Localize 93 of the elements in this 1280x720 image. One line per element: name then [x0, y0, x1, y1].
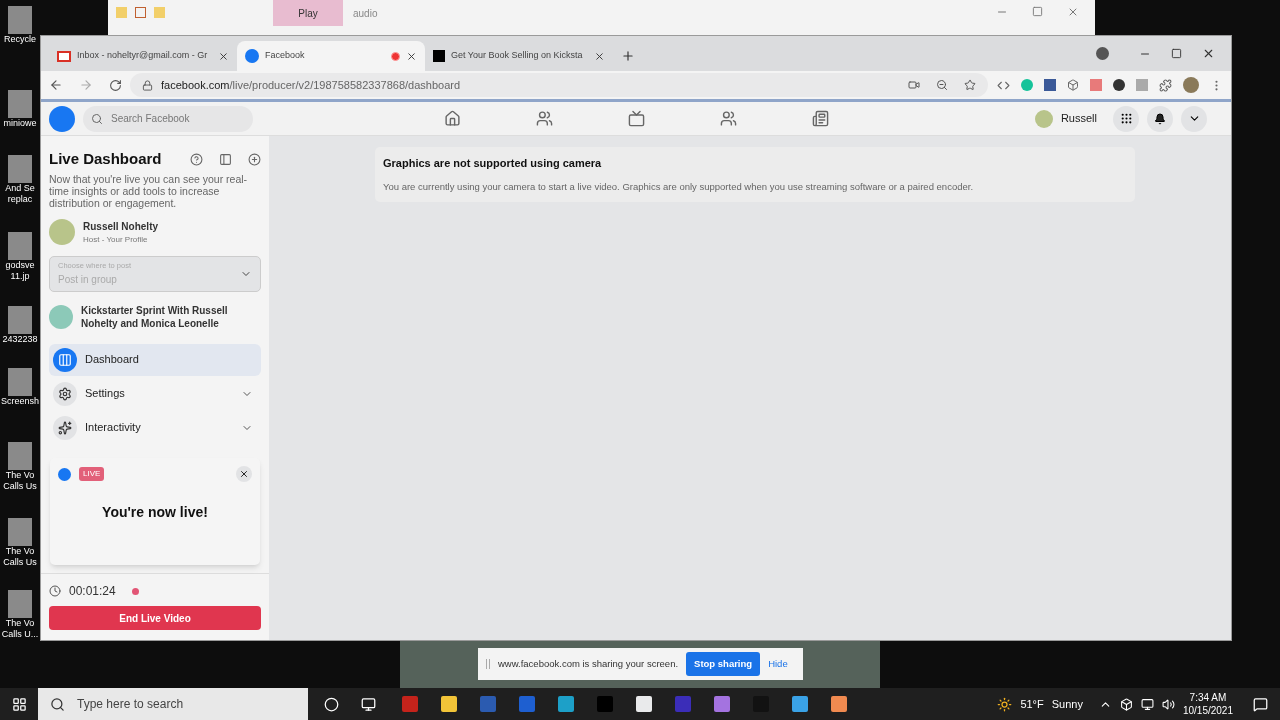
box-extension-icon[interactable] [1067, 79, 1079, 91]
maximize-icon[interactable] [1171, 48, 1182, 59]
group-name: Kickstarter Sprint With Russell Nohelty and Monica Leonelle [81, 303, 229, 330]
notifications-button[interactable] [1147, 105, 1173, 132]
zoom-icon[interactable] [936, 79, 948, 91]
desktop-icon-label: godsve 11.jp [5, 260, 35, 282]
add-icon[interactable] [248, 152, 261, 166]
weather-condition: Sunny [1051, 696, 1083, 712]
new-tab-icon[interactable] [621, 49, 635, 63]
hide-link[interactable]: Hide [768, 656, 788, 672]
mail-icon [57, 50, 71, 62]
browser-tab[interactable]: Facebook [237, 41, 425, 71]
browser-tab[interactable]: Get Your Book Selling on Kicksta [425, 41, 613, 71]
clock-icon [49, 585, 61, 597]
weather-temperature: 51°F [1020, 696, 1044, 712]
ribbon-context-tab[interactable]: Play [273, 0, 343, 26]
share-message: www.facebook.com is sharing your screen. [498, 656, 679, 671]
back-icon[interactable] [49, 78, 63, 92]
extensions-icon[interactable] [1159, 78, 1172, 92]
tab-title: Facebook [265, 49, 306, 63]
bell-icon [1154, 112, 1166, 125]
forward-icon[interactable] [79, 78, 93, 92]
settings-icon [53, 381, 77, 406]
stop-sharing-button[interactable]: Stop sharing [686, 652, 761, 676]
news-icon[interactable] [812, 110, 829, 127]
profile-name[interactable]: Russell [1060, 110, 1097, 127]
panel-icon[interactable] [219, 152, 232, 166]
desktop-icon-label: And Se replac [5, 183, 35, 205]
search-icon [50, 696, 65, 712]
search-icon [91, 112, 103, 125]
task-view-icon[interactable] [361, 696, 376, 712]
url-text: facebook.com/live/producer/v2/198758582337868/dashboard [161, 77, 461, 93]
live-indicator-icon [131, 587, 139, 595]
close-icon [239, 469, 249, 479]
dashboard-icon [53, 347, 77, 372]
home-icon[interactable] [444, 110, 461, 127]
desktop-icon-label: Recycle [4, 34, 36, 45]
clock-time: 7:34 AM [1189, 691, 1227, 704]
desktop-icon-label: Screensh [1, 396, 39, 407]
help-icon[interactable] [190, 152, 203, 166]
reload-icon[interactable] [109, 78, 122, 92]
tab-title: Get Your Book Selling on Kicksta [451, 49, 584, 63]
window-title: audio [353, 7, 378, 21]
desktop-icon-label: The Vo Calls U... [1, 618, 39, 640]
desktop-icon-label: miniowe [3, 118, 37, 129]
camera-icon[interactable] [908, 79, 920, 91]
desktop-icon-label: The Vo Calls Us [3, 470, 37, 492]
cortana-icon[interactable] [324, 696, 339, 712]
desktop-icon-label: 2432238 [2, 334, 38, 345]
folder-icon [154, 6, 165, 18]
folder-icon [116, 6, 127, 18]
host-role: Host - Your Profile [83, 233, 149, 246]
close-button[interactable] [236, 466, 252, 482]
menu-grid-button[interactable] [1113, 105, 1139, 132]
notifications-icon[interactable] [1253, 696, 1268, 712]
close-tab-icon[interactable] [218, 50, 229, 62]
notice-title: Graphics are not supported using camera [383, 156, 603, 171]
host-name: Russell Nohelty [83, 219, 159, 234]
host-avatar [49, 219, 75, 245]
sidebar-description: Now that you're live you can see your real-time insights or add tools to increase distribution or engagement. [49, 172, 249, 209]
sidebar-menu-item[interactable]: Settings [49, 377, 261, 410]
maximize-icon[interactable] [1032, 6, 1043, 17]
desktop-icon-label: The Vo Calls Us [3, 546, 37, 568]
bookmark-star-icon[interactable] [964, 79, 976, 91]
live-badge: LIVE [79, 467, 105, 481]
close-icon[interactable] [1067, 6, 1079, 18]
end-live-video-button[interactable]: End Live Video [49, 606, 261, 630]
volume-icon[interactable] [1161, 697, 1175, 711]
search-field[interactable]: Search Facebook [83, 105, 253, 132]
live-message: You're now live! [101, 503, 209, 522]
lock-icon [142, 79, 153, 91]
grid-icon [1119, 112, 1133, 125]
close-tab-icon[interactable] [594, 50, 605, 62]
weather-icon [997, 696, 1013, 712]
notice-body: You are currently using your camera to start a live video. Graphics are only supported when you use streaming software or a paired encoder. [383, 179, 975, 194]
network-icon[interactable] [1140, 697, 1154, 711]
groups-icon[interactable] [720, 110, 737, 127]
group-avatar [49, 304, 73, 329]
sparkle-icon [53, 415, 77, 440]
live-timer: 00:01:24 [69, 583, 116, 600]
drag-handle-icon[interactable] [486, 659, 490, 669]
close-tab-icon[interactable] [406, 50, 417, 62]
sidebar-title: Live Dashboard [49, 149, 162, 169]
browser-tab[interactable]: Inbox - noheltyr@gmail.com - Gr [49, 41, 237, 71]
tab-title: Inbox - noheltyr@gmail.com - Gr [77, 49, 209, 63]
address-bar[interactable]: facebook.com/live/producer/v2/198758582337868/dashboard [130, 73, 988, 97]
close-icon[interactable] [1202, 47, 1215, 60]
video-icon[interactable] [628, 110, 645, 127]
taskbar-search-field[interactable]: Type here to search [38, 688, 308, 720]
clock-date: 10/15/2021 [1182, 704, 1233, 717]
sidebar-menu-item[interactable]: Interactivity [49, 411, 261, 444]
sidebar-menu-item[interactable]: Dashboard [49, 343, 261, 376]
friends-icon[interactable] [536, 110, 553, 127]
